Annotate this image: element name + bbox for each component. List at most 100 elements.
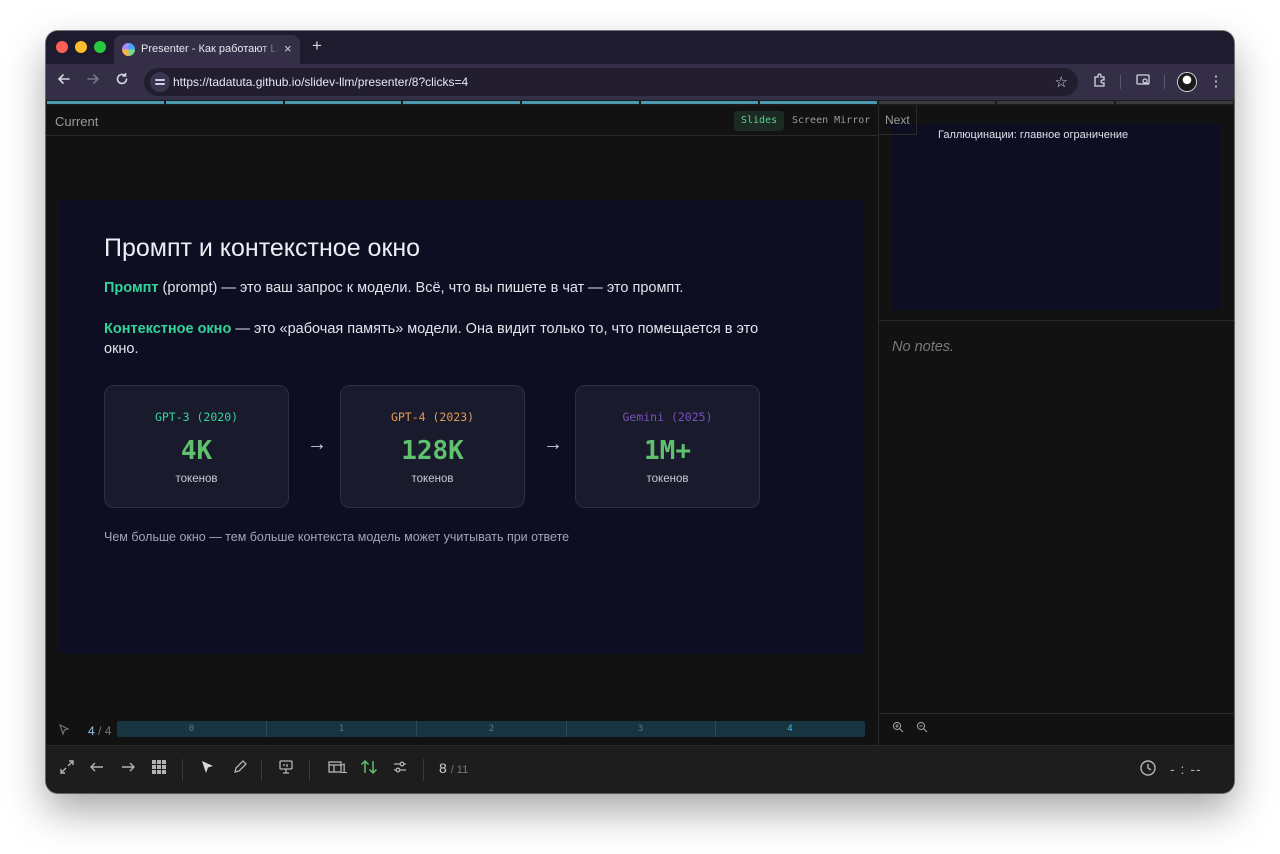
progress-segment: [878, 101, 996, 104]
current-label: Current: [55, 114, 99, 129]
toolbar-divider: [309, 759, 310, 781]
card-unit: токенов: [646, 473, 689, 485]
next-label: Next: [879, 106, 917, 135]
card-value: 4K: [180, 436, 213, 466]
next-slide-title: Галлюцинации: главное ограничение: [938, 129, 1129, 141]
arrow-right-icon: →: [543, 433, 563, 455]
progress-segment: [522, 101, 639, 104]
slides-overview-icon[interactable]: [148, 759, 170, 781]
browser-toolbar: https://tadatuta.github.io/slidev-llm/pr…: [46, 64, 1234, 100]
sync-icon[interactable]: [358, 759, 380, 781]
prompt-definition: Промпт (prompt) — это ваш запрос к модел…: [104, 278, 804, 298]
next-slide-preview[interactable]: Галлюцинации: главное ограничение: [891, 124, 1221, 310]
clicks-track[interactable]: 0 1 2 3 4: [117, 721, 865, 737]
presenter-screen-icon[interactable]: [275, 759, 297, 781]
new-tab-button[interactable]: +: [312, 37, 322, 55]
close-window-button[interactable]: [56, 41, 68, 53]
clicks-counter: 4 / 4: [88, 724, 111, 738]
context-card-gemini: Gemini (2025) 1M+ токенов: [575, 385, 760, 508]
star-icon[interactable]: ☆: [1055, 73, 1068, 91]
card-unit: токенов: [411, 473, 454, 485]
zoom-out-icon[interactable]: [916, 721, 928, 736]
zoom-in-icon[interactable]: [892, 721, 904, 736]
tab-title: Presenter - Как работают LLM: [141, 43, 279, 55]
progress-segment: [997, 101, 1115, 104]
card-unit: токенов: [175, 473, 218, 485]
slide-title: Промпт и контекстное окно: [104, 234, 421, 262]
card-value: 1M+: [644, 436, 691, 466]
next-slide-pane: Галлюцинации: главное ограничение Next N…: [879, 106, 1234, 745]
click-step-active[interactable]: 4: [715, 721, 865, 737]
card-model: Gemini (2025): [622, 410, 713, 424]
pen-icon[interactable]: [229, 759, 251, 781]
minimize-window-button[interactable]: [75, 41, 87, 53]
card-model: GPT-4 (2023): [390, 410, 475, 424]
card-model: GPT-3 (2020): [154, 410, 239, 424]
browser-window: Presenter - Как работают LLM × + https:/…: [46, 31, 1234, 793]
clicks-total: / 4: [98, 724, 112, 738]
fullscreen-icon[interactable]: [56, 759, 78, 781]
notes-divider: [879, 320, 1234, 321]
favicon-icon: [122, 43, 135, 56]
progress-segment: [165, 101, 283, 104]
prev-slide-icon[interactable]: [86, 759, 108, 781]
click-step[interactable]: 0: [117, 721, 267, 737]
current-slide: Промпт и контекстное окно Промпт (prompt…: [58, 200, 864, 654]
current-pane-header: Current Slides Screen Mirror: [46, 106, 878, 136]
context-term: Контекстное окно: [104, 321, 232, 337]
url-text[interactable]: https://tadatuta.github.io/slidev-llm/pr…: [173, 75, 468, 89]
next-slide-icon[interactable]: [117, 759, 139, 781]
reload-icon[interactable]: [112, 72, 132, 92]
progress-segment: [284, 101, 402, 104]
settings-sliders-icon[interactable]: [389, 759, 411, 781]
clicks-current: 4: [88, 724, 95, 738]
cursor-mode-icon[interactable]: [196, 759, 218, 781]
extensions-icon[interactable]: [1090, 72, 1110, 92]
forward-icon[interactable]: [83, 72, 103, 92]
clicks-control: 4 / 4 0 1 2 3 4: [46, 718, 878, 745]
click-step[interactable]: 1: [267, 721, 417, 737]
address-bar[interactable]: https://tadatuta.github.io/slidev-llm/pr…: [144, 68, 1078, 96]
progress-segment: [759, 101, 877, 104]
slide-total: / 11: [450, 764, 469, 776]
context-card-gpt4: GPT-4 (2023) 128K токенов: [340, 385, 525, 508]
close-tab-icon[interactable]: ×: [284, 41, 292, 57]
toolbar-divider: [261, 759, 262, 781]
click-step[interactable]: 3: [566, 721, 716, 737]
context-card-gpt3: GPT-3 (2020) 4K токенов: [104, 385, 289, 508]
prompt-text: (prompt) — это ваш запрос к модели. Всё,…: [158, 280, 684, 296]
timer[interactable]: - : --: [1170, 761, 1202, 777]
notes-zoom-bar: [879, 713, 1234, 746]
site-info-icon[interactable]: [150, 72, 170, 92]
clock-icon[interactable]: [1137, 759, 1159, 781]
progress-segment: [47, 101, 164, 104]
toolbar-divider: [423, 759, 424, 781]
click-step[interactable]: 2: [417, 721, 567, 737]
toolbar-divider: [182, 759, 183, 781]
toolbar-divider: [1120, 75, 1121, 89]
card-value: 128K: [401, 436, 464, 466]
slide-counter: 8 / 11: [439, 760, 468, 776]
back-icon[interactable]: [54, 72, 74, 92]
toolbar-divider: [1164, 75, 1165, 89]
presenter-view: Current Slides Screen Mirror Промпт и ко…: [46, 106, 1234, 745]
cast-icon[interactable]: [1133, 72, 1153, 92]
arrow-right-icon: →: [307, 433, 327, 455]
profile-avatar[interactable]: [1178, 73, 1196, 91]
layout-count[interactable]: 1: [340, 760, 348, 776]
browser-tab[interactable]: Presenter - Как работают LLM ×: [114, 35, 300, 64]
slide-number: 8: [439, 760, 447, 776]
progress-segment: [403, 101, 521, 104]
cursor-icon[interactable]: [58, 723, 70, 739]
prompt-term: Промпт: [104, 280, 159, 296]
tab-slides[interactable]: Slides: [734, 111, 785, 131]
slide-footnote: Чем больше окно — тем больше контекста м…: [104, 530, 570, 544]
speaker-notes: No notes.: [892, 339, 955, 355]
menu-icon[interactable]: ⋮: [1206, 72, 1226, 92]
tab-screen-mirror[interactable]: Screen Mirror: [785, 111, 877, 131]
tab-strip: Presenter - Как работают LLM × +: [46, 31, 1234, 64]
progress-segment: [1116, 101, 1233, 104]
maximize-window-button[interactable]: [94, 41, 106, 53]
current-slide-pane: Current Slides Screen Mirror Промпт и ко…: [46, 106, 879, 745]
presenter-toolbar: 1 8 / 11 - : --: [46, 745, 1234, 793]
